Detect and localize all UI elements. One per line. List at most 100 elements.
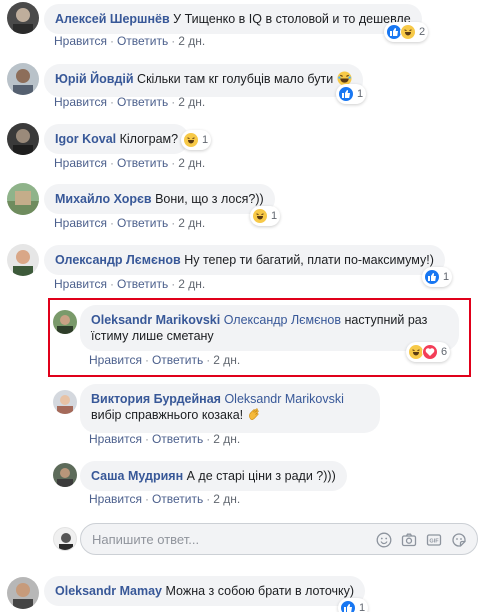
timestamp[interactable]: 2 дн. — [178, 216, 205, 230]
avatar[interactable] — [53, 390, 77, 414]
reply-link[interactable]: Ответить — [117, 95, 168, 109]
reply-link[interactable]: Ответить — [152, 432, 203, 446]
camera-icon[interactable] — [400, 531, 417, 548]
reply-bubble: Саша Мудриян А де старі ціни з ради ?))) — [80, 461, 347, 491]
reply-actions: Нравится · Ответить · 2 дн. — [89, 353, 241, 367]
gif-icon[interactable]: GIF — [425, 531, 442, 548]
current-user-avatar — [53, 527, 77, 551]
timestamp[interactable]: 2 дн. — [178, 95, 205, 109]
reaction-summary[interactable]: 2 — [384, 22, 429, 42]
svg-text:GIF: GIF — [429, 538, 439, 544]
avatar[interactable] — [7, 577, 39, 609]
comment-text: Кілограм? — [119, 132, 179, 146]
comment-actions: Нравится · Ответить · 2 дн. — [54, 156, 206, 170]
avatar[interactable] — [7, 183, 39, 215]
like-link[interactable]: Нравится — [54, 34, 107, 48]
reply-link[interactable]: Ответить — [117, 216, 168, 230]
timestamp[interactable]: 2 дн. — [213, 432, 240, 446]
like-link[interactable]: Нравится — [89, 353, 142, 367]
comment-actions: Нравится · Ответить · 2 дн. — [54, 216, 206, 230]
reply-author[interactable]: Виктория Бурдейная — [91, 392, 221, 406]
comment-actions: Нравится · Ответить · 2 дн. — [54, 34, 206, 48]
timestamp[interactable]: 2 дн. — [178, 156, 205, 170]
like-link[interactable]: Нравится — [54, 95, 107, 109]
reply-link[interactable]: Ответить — [152, 353, 203, 367]
comment-bubble: Алексей Шершнёв У Тищенко в IQ в столово… — [44, 4, 422, 34]
reply-actions: Нравится · Ответить · 2 дн. — [89, 492, 241, 506]
timestamp[interactable]: 2 дн. — [178, 277, 205, 291]
reaction-count: 1 — [443, 271, 450, 283]
reaction-count: 1 — [271, 210, 278, 222]
comment-bubble: Oleksandr Mamay Можна з собою брати в ло… — [44, 576, 366, 606]
comment-text: У Тищенко в IQ в столовой и то дешевле — [173, 12, 411, 26]
comment-text: Скільки там кг голубців мало бути — [137, 72, 334, 86]
reaction-count: 2 — [419, 26, 426, 38]
reply-link[interactable]: Ответить — [152, 492, 203, 506]
reply-composer[interactable]: GIF — [80, 523, 478, 555]
like-reaction-icon — [338, 86, 354, 102]
reply-bubble: Виктория Бурдейная Oleksandr Marikovski … — [80, 384, 380, 433]
reply-link[interactable]: Ответить — [117, 34, 168, 48]
mention-link[interactable]: Олександр Лємєнов — [224, 313, 341, 327]
reaction-count: 1 — [359, 602, 366, 612]
composer-tools: GIF — [375, 531, 467, 548]
comment-author[interactable]: Алексей Шершнёв — [55, 12, 170, 26]
avatar[interactable] — [7, 244, 39, 276]
reaction-summary[interactable]: 1 — [336, 84, 367, 104]
like-reaction-icon — [424, 269, 440, 285]
reaction-count: 1 — [357, 88, 364, 100]
comment-author[interactable]: Олександр Лємєнов — [55, 253, 181, 267]
reply-actions: Нравится · Ответить · 2 дн. — [89, 432, 241, 446]
reaction-summary[interactable]: 1 — [338, 598, 369, 612]
comment-bubble: Юрій Йовдій Скільки там кг голубців мало… — [44, 64, 363, 97]
reply-text: А де старі ціни з ради ?))) — [186, 469, 336, 483]
reply-input[interactable] — [92, 531, 342, 547]
like-link[interactable]: Нравится — [89, 492, 142, 506]
reply-link[interactable]: Ответить — [117, 277, 168, 291]
like-link[interactable]: Нравится — [54, 156, 107, 170]
mention-link[interactable]: Oleksandr Marikovski — [224, 392, 343, 406]
comment-bubble: Михайло Хорєв Вони, що з лося?)) — [44, 184, 275, 214]
reaction-summary[interactable]: 1 — [422, 267, 453, 287]
comment-author[interactable]: Oleksandr Mamay — [55, 584, 162, 598]
haha-reaction-icon — [400, 24, 416, 40]
reaction-count: 6 — [441, 346, 448, 358]
reply-author[interactable]: Саша Мудриян — [91, 469, 183, 483]
like-reaction-icon — [340, 600, 356, 612]
reaction-summary[interactable]: 1 — [250, 206, 281, 226]
emoji-icon[interactable] — [375, 531, 392, 548]
avatar[interactable] — [7, 123, 39, 155]
comment-text: Вони, що з лося?)) — [155, 192, 264, 206]
comment-text: Можна з собою брати в лоточку) — [165, 584, 355, 598]
comment-author[interactable]: Юрій Йовдій — [55, 72, 134, 86]
like-link[interactable]: Нравится — [54, 277, 107, 291]
timestamp[interactable]: 2 дн. — [213, 353, 240, 367]
reaction-count: 1 — [202, 134, 209, 146]
reply-text: вибір справжнього козака! — [91, 408, 244, 422]
avatar[interactable] — [7, 63, 39, 95]
avatar[interactable] — [7, 2, 39, 34]
comment-text: Ну тепер ти багатий, плати по-максимуму!… — [184, 253, 434, 267]
timestamp[interactable]: 2 дн. — [213, 492, 240, 506]
comment-bubble: Igor Koval Кілограм? — [44, 124, 190, 154]
timestamp[interactable]: 2 дн. — [178, 34, 205, 48]
reply-link[interactable]: Ответить — [117, 156, 168, 170]
love-reaction-icon — [422, 344, 438, 360]
reply-author[interactable]: Oleksandr Marikovski — [91, 313, 220, 327]
like-link[interactable]: Нравится — [54, 216, 107, 230]
reply-bubble: Oleksandr Marikovski Олександр Лємєнов н… — [80, 305, 459, 351]
reaction-summary[interactable]: 1 — [181, 130, 212, 150]
like-link[interactable]: Нравится — [89, 432, 142, 446]
sticker-icon[interactable] — [450, 531, 467, 548]
avatar[interactable] — [53, 463, 77, 487]
comment-actions: Нравится · Ответить · 2 дн. — [54, 95, 206, 109]
comment-bubble: Олександр Лємєнов Ну тепер ти багатий, п… — [44, 245, 445, 275]
haha-reaction-icon — [252, 208, 268, 224]
comment-author[interactable]: Михайло Хорєв — [55, 192, 152, 206]
clapping-hands-emoji-icon — [247, 407, 262, 426]
comment-author[interactable]: Igor Koval — [55, 132, 116, 146]
haha-reaction-icon — [183, 132, 199, 148]
reaction-summary[interactable]: 6 — [406, 342, 451, 362]
comment-actions: Нравится · Ответить · 2 дн. — [54, 277, 206, 291]
avatar[interactable] — [53, 310, 77, 334]
